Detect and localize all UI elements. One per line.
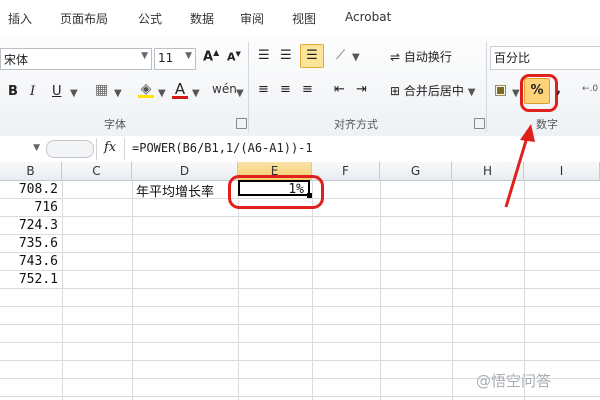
annotation-arrow — [504, 124, 535, 208]
arrow-head — [520, 124, 535, 142]
arrow-shaft — [504, 133, 530, 208]
